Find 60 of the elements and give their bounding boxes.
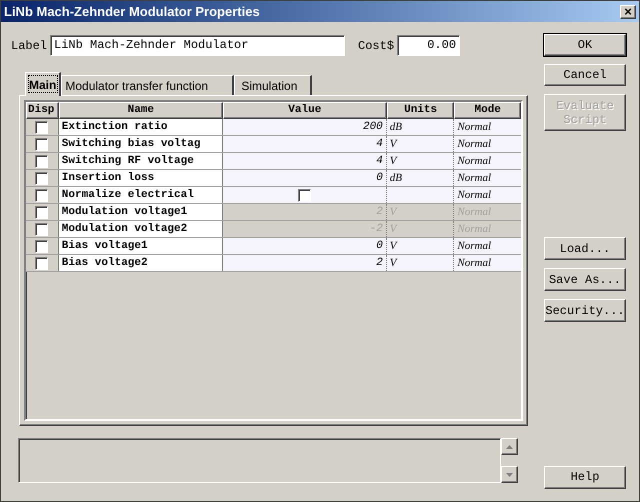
table-cell: Bias voltage2 xyxy=(58,255,223,271)
scroll-up-button[interactable] xyxy=(501,438,518,455)
dialog-button[interactable]: Load... xyxy=(544,237,626,260)
table-cell[interactable]: 0 xyxy=(222,238,387,254)
display-checkbox[interactable] xyxy=(35,240,48,252)
table-cell[interactable]: 0 xyxy=(222,170,387,186)
column-header[interactable]: Value xyxy=(222,102,387,119)
value-checkbox[interactable] xyxy=(298,188,311,202)
window-title: LiNb Mach-Zehnder Modulator Properties xyxy=(4,2,260,21)
column-header[interactable]: Mode xyxy=(454,102,521,119)
display-checkbox[interactable] xyxy=(35,172,48,184)
table-cell: Extinction ratio xyxy=(58,119,223,135)
up-arrow-icon xyxy=(506,444,513,448)
scroll-down-button[interactable] xyxy=(501,466,518,483)
display-checkbox[interactable] xyxy=(35,256,48,270)
tab[interactable]: Modulator transfer function xyxy=(61,75,234,96)
column-header[interactable]: Units xyxy=(386,102,454,119)
display-checkbox[interactable] xyxy=(35,154,48,168)
table-cell: V xyxy=(386,238,454,254)
table-cell[interactable]: Normal xyxy=(454,153,522,169)
table-cell: V xyxy=(386,153,454,169)
down-arrow-icon xyxy=(506,472,513,476)
table-cell: V xyxy=(386,255,454,271)
dialog-button[interactable]: Security... xyxy=(544,299,626,322)
table-cell[interactable]: 4 xyxy=(222,153,387,169)
table-cell: Insertion loss xyxy=(58,170,223,186)
table-cell: Normalize electrical xyxy=(58,187,223,203)
table-cell[interactable]: Normal xyxy=(454,187,521,203)
cost-field[interactable]: 0.00 xyxy=(397,35,460,56)
display-checkbox[interactable] xyxy=(35,120,48,134)
table-cell[interactable]: Normal xyxy=(454,119,522,135)
table-cell: dB xyxy=(386,119,454,135)
table-cell: Bias voltage1 xyxy=(58,238,223,254)
display-checkbox[interactable] xyxy=(35,188,48,202)
cost-caption: Cost$ xyxy=(358,38,394,54)
table-cell[interactable]: 2 xyxy=(222,255,387,271)
tab[interactable]: Simulation xyxy=(234,75,312,96)
table-cell: V xyxy=(386,136,454,152)
table-cell[interactable]: Normal xyxy=(454,255,522,271)
display-checkbox[interactable] xyxy=(35,138,48,150)
dialog-button[interactable]: Save As... xyxy=(544,268,626,291)
table-cell[interactable]: Normal xyxy=(454,170,522,186)
table-cell[interactable]: Normal xyxy=(454,238,522,254)
dialog-button[interactable]: OK xyxy=(544,34,626,56)
table-cell: Switching RF voltage xyxy=(58,153,223,169)
table-cell[interactable]: 4 xyxy=(222,136,387,152)
table-cell: Switching bias voltag xyxy=(58,136,223,152)
dialog-button[interactable]: Help xyxy=(544,466,626,488)
table-cell: Modulation voltage1 xyxy=(58,204,223,220)
dialog-button[interactable]: Cancel xyxy=(544,64,626,86)
label-field[interactable]: LiNb Mach-Zehnder Modulator xyxy=(50,35,346,56)
table-cell[interactable]: Normal xyxy=(454,136,522,152)
table-cell: Modulation voltage2 xyxy=(58,221,223,237)
table-cell: dB xyxy=(386,170,454,186)
column-header[interactable]: Disp xyxy=(26,102,59,119)
table-cell[interactable]: 200 xyxy=(222,119,387,135)
tab[interactable]: Main xyxy=(25,72,62,96)
close-button[interactable]: × xyxy=(620,4,636,18)
column-header[interactable]: Name xyxy=(58,102,223,119)
label-caption: Label xyxy=(11,38,48,54)
